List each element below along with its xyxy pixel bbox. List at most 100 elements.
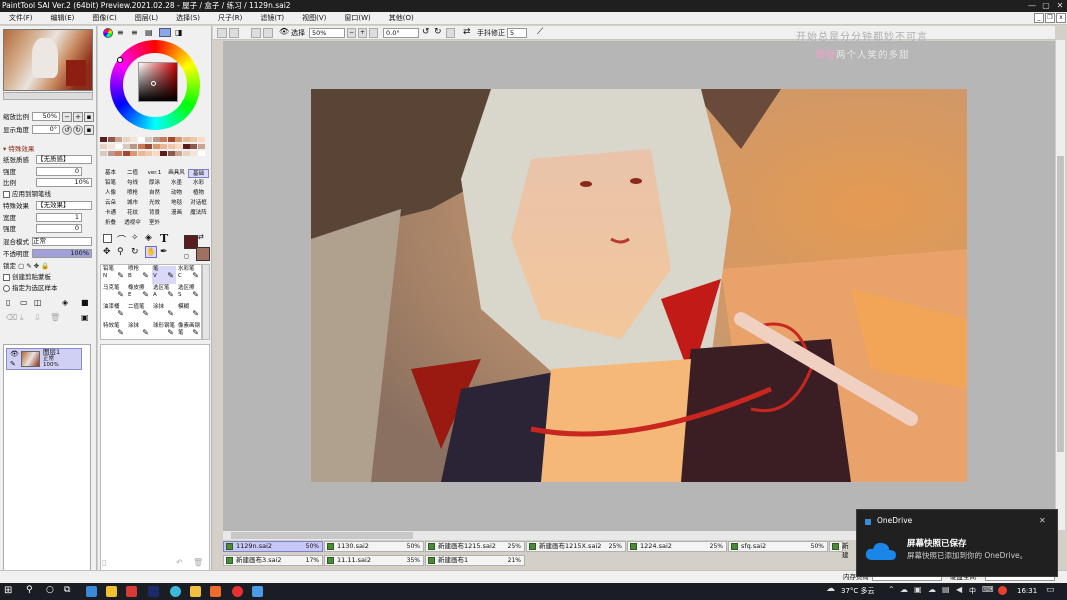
brush-tool[interactable]: 模糊 ✎ bbox=[177, 304, 201, 322]
special-effect-select[interactable]: 【无效果】 bbox=[36, 201, 92, 210]
new-brush-icon[interactable]: ▯ bbox=[102, 558, 106, 567]
brush-tool[interactable]: 马克笔 ✎ bbox=[102, 285, 126, 303]
brush-tool[interactable]: 笔 V ✎ bbox=[152, 266, 176, 284]
color-swatch[interactable] bbox=[130, 151, 137, 156]
new-layer-icon[interactable]: ▯ bbox=[6, 298, 10, 307]
menu-layer[interactable]: 图层(L) bbox=[126, 12, 167, 25]
paper-texture-select[interactable]: 【无质感】 bbox=[36, 155, 92, 164]
brush-set-tab[interactable]: 背景 bbox=[144, 209, 165, 218]
brush-tool[interactable]: 选区笔 A ✎ bbox=[152, 285, 176, 303]
color-swatch[interactable] bbox=[115, 144, 122, 149]
brush-set-tab[interactable]: 花纹 bbox=[122, 209, 143, 218]
close-icon[interactable]: ✕ bbox=[1053, 0, 1067, 12]
show-selection-icon[interactable]: 👁 bbox=[279, 27, 289, 36]
horizontal-scroll-thumb[interactable] bbox=[231, 532, 413, 539]
brush-set-tab[interactable]: 基本 bbox=[100, 169, 121, 178]
lasso-icon[interactable]: ⌒ bbox=[117, 233, 126, 246]
brush-tool[interactable]: 橡皮擦 E ✎ bbox=[127, 285, 151, 303]
color-swatch[interactable] bbox=[160, 137, 167, 142]
notification-icon[interactable]: ▭ bbox=[1046, 585, 1055, 595]
folder-icon[interactable] bbox=[190, 586, 201, 597]
color-swatch[interactable] bbox=[167, 144, 175, 149]
stabilizer-select[interactable]: 5 bbox=[507, 28, 527, 38]
layer-menu-icon[interactable]: ▣ bbox=[81, 313, 89, 322]
undo-button[interactable] bbox=[217, 28, 227, 38]
brush-set-tab[interactable]: 城市 bbox=[122, 199, 143, 208]
selection-source-checkbox[interactable]: 指定为选区样本 bbox=[3, 283, 58, 293]
new-mask-icon[interactable]: ◫ bbox=[34, 298, 42, 307]
windows-start-icon[interactable]: ⊞ bbox=[4, 585, 12, 596]
color-swatch[interactable] bbox=[100, 144, 107, 149]
blend-mode-select[interactable]: 正常 bbox=[32, 237, 92, 246]
pen-line-icon[interactable]: ⟋ bbox=[537, 27, 543, 37]
file-tab[interactable]: 11.11.sai2 35% bbox=[324, 555, 424, 566]
brush-set-tab[interactable]: 水墨 bbox=[166, 179, 187, 188]
zoom-field[interactable]: 50% bbox=[32, 112, 60, 121]
menu-view[interactable]: 视图(V) bbox=[293, 12, 335, 25]
file-tab[interactable]: 1224.sai2 25% bbox=[627, 541, 727, 552]
angle-select[interactable]: 0.0° bbox=[383, 28, 419, 38]
menu-image[interactable]: 图像(C) bbox=[83, 12, 125, 25]
color-swatch[interactable] bbox=[137, 144, 145, 149]
zoom-reset-button[interactable]: ▪ bbox=[84, 112, 94, 122]
rotate-right-icon[interactable]: ↻ bbox=[73, 125, 83, 135]
color-wheel-tab-icon[interactable] bbox=[103, 28, 113, 38]
app-tray-icon[interactable]: ▣ bbox=[914, 585, 922, 594]
color-picker-cursor[interactable] bbox=[151, 81, 156, 86]
color-swatch[interactable] bbox=[197, 144, 205, 149]
brush-tool[interactable]: 二值笔 ✎ bbox=[127, 304, 151, 322]
menu-select[interactable]: 选择(S) bbox=[167, 12, 209, 25]
effect-intensity-field[interactable]: 0 bbox=[36, 224, 82, 233]
tray-arrow-icon[interactable]: ⌃ bbox=[888, 585, 895, 594]
rotate-cw-icon[interactable]: ↻ bbox=[434, 27, 442, 37]
app-icon-7[interactable] bbox=[210, 586, 221, 597]
menu-file[interactable]: 文件(F) bbox=[0, 12, 42, 25]
color-swatch[interactable] bbox=[167, 137, 175, 142]
brush-set-tab[interactable]: ver.1 bbox=[144, 169, 165, 178]
eye-icon[interactable]: 👁 bbox=[10, 350, 19, 358]
flip-icon[interactable]: ⇄ bbox=[463, 27, 471, 37]
rect-select-icon[interactable] bbox=[103, 234, 112, 243]
color-swatch[interactable] bbox=[190, 137, 197, 142]
color-wheel[interactable] bbox=[110, 40, 200, 130]
brush-tool[interactable]: 涂抹 ✎ bbox=[152, 304, 176, 322]
app-icon-1[interactable] bbox=[86, 586, 97, 597]
photoshop-icon[interactable] bbox=[148, 586, 159, 597]
swatch-tab-icon[interactable] bbox=[159, 28, 171, 37]
color-swatch[interactable] bbox=[122, 144, 130, 149]
zoom-in-button[interactable]: + bbox=[73, 112, 83, 122]
color-swatch[interactable] bbox=[100, 137, 107, 142]
brush-tool[interactable]: 油漆桶 ✎ bbox=[102, 304, 126, 322]
brush-set-tab[interactable]: 人像 bbox=[100, 189, 121, 198]
color-swatch[interactable] bbox=[122, 151, 130, 156]
new-folder-icon[interactable]: ▭ bbox=[20, 298, 28, 307]
color-swatch[interactable] bbox=[197, 137, 205, 142]
brush-set-tab[interactable]: 勾线 bbox=[122, 179, 143, 188]
volume-icon[interactable]: ◀ bbox=[956, 585, 962, 594]
menu-ruler[interactable]: 尺子(R) bbox=[209, 12, 251, 25]
ime-indicator[interactable]: 中 bbox=[969, 583, 976, 600]
color-mixer-tab-icon[interactable]: ▤ bbox=[145, 28, 153, 37]
merge-down-icon[interactable]: ⤓ bbox=[20, 313, 24, 323]
deselect-button[interactable] bbox=[251, 28, 261, 38]
apply-to-pen-checkbox[interactable]: 应用到钢笔线 bbox=[3, 189, 51, 199]
menu-filter[interactable]: 滤镜(T) bbox=[251, 12, 293, 25]
rgb-slider-tab-icon[interactable]: ≡ bbox=[117, 28, 124, 37]
artwork-canvas[interactable] bbox=[311, 89, 967, 482]
menu-other[interactable]: 其他(O) bbox=[380, 12, 423, 25]
redo-button[interactable] bbox=[229, 28, 239, 38]
color-swatch[interactable] bbox=[190, 144, 197, 149]
opacity-slider[interactable]: 100% bbox=[32, 249, 92, 258]
color-swatch[interactable] bbox=[182, 151, 190, 156]
vertical-scroll-thumb[interactable] bbox=[1057, 156, 1064, 452]
vertical-scrollbar[interactable] bbox=[1055, 40, 1065, 530]
color-swatch[interactable] bbox=[152, 144, 160, 149]
file-tab[interactable]: 1130.sai2 50% bbox=[324, 541, 424, 552]
brush-set-tab[interactable]: 魔法阵 bbox=[188, 209, 209, 218]
delete-layer-icon[interactable]: 🗑 bbox=[50, 313, 60, 322]
color-swatch[interactable] bbox=[107, 151, 115, 156]
color-swatch[interactable] bbox=[145, 144, 152, 149]
angle-reset-button[interactable]: ▪ bbox=[84, 125, 94, 135]
file-tab[interactable]: 新建画布3.sai2 17% bbox=[223, 555, 323, 566]
doc-close-icon[interactable]: x bbox=[1056, 13, 1066, 23]
